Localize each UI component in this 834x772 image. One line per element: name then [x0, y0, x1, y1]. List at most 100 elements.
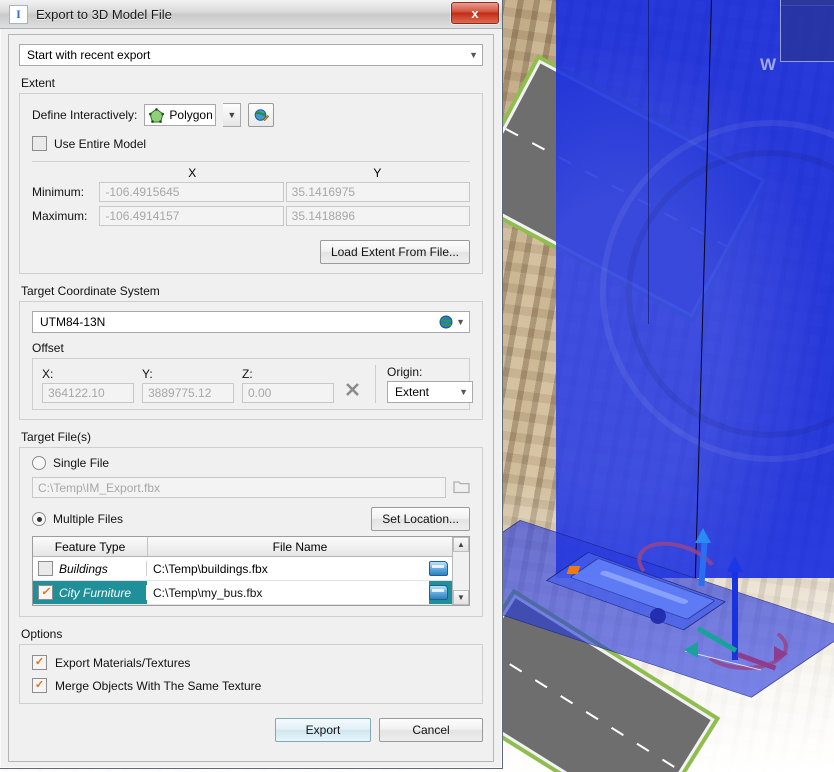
- minimum-label: Minimum:: [32, 185, 85, 199]
- offset-group: X: 364122.10 Y: 3889775.12 Z: 0.00 Origi…: [32, 358, 473, 410]
- dialog-body: Start with recent export ▼ Extent Define…: [8, 34, 494, 762]
- row-checkbox[interactable]: ✓: [38, 585, 53, 600]
- origin-field: Origin: Extent ▼: [375, 365, 473, 403]
- offset-y-label: Y:: [142, 367, 153, 381]
- coordinate-system-group-label: Target Coordinate System: [21, 284, 160, 298]
- export-materials-label: Export Materials/Textures: [55, 655, 191, 670]
- globe-edit-icon[interactable]: [248, 103, 275, 127]
- use-entire-model-checkbox[interactable]: ✓: [32, 136, 47, 151]
- minimum-y-input[interactable]: 35.1416975: [285, 182, 470, 202]
- export-materials-checkbox[interactable]: ✓: [32, 655, 47, 670]
- maximum-label: Maximum:: [32, 209, 88, 223]
- origin-label: Origin:: [387, 365, 423, 379]
- use-entire-model-label: Use Entire Model: [54, 136, 147, 151]
- row-checkbox[interactable]: ✓: [38, 561, 53, 576]
- single-file-radio[interactable]: [32, 456, 46, 470]
- preset-combobox[interactable]: Start with recent export ▼: [19, 44, 483, 66]
- set-location-button[interactable]: Set Location...: [371, 507, 470, 531]
- dialog-titlebar[interactable]: I Export to 3D Model File x: [0, 0, 502, 29]
- close-button[interactable]: x: [451, 2, 499, 24]
- app-i-icon: I: [9, 4, 28, 24]
- offset-label: Offset: [32, 341, 64, 355]
- offset-y-input[interactable]: 3889775.12: [142, 383, 234, 403]
- offset-x-field: X: 364122.10: [42, 367, 134, 403]
- preset-value: Start with recent export: [27, 48, 151, 62]
- globe-icon: [439, 315, 453, 329]
- load-extent-from-file-button[interactable]: Load Extent From File...: [319, 240, 470, 264]
- chevron-down-icon: ▼: [469, 50, 478, 60]
- options-group-label: Options: [21, 627, 63, 641]
- chevron-down-icon[interactable]: ▼: [456, 317, 465, 327]
- minimum-x-input[interactable]: -106.4915645: [99, 182, 284, 202]
- divider: [32, 161, 470, 162]
- scroll-up-button[interactable]: ▲: [453, 537, 469, 552]
- single-file-label: Single File: [53, 456, 110, 470]
- row-feature-type-label: Buildings: [59, 561, 108, 576]
- clear-x-icon[interactable]: [344, 381, 361, 401]
- bus-model-group[interactable]: [545, 528, 789, 672]
- origin-value: Extent: [395, 385, 430, 399]
- chevron-down-icon[interactable]: ▼: [223, 103, 242, 127]
- scroll-down-button[interactable]: ▼: [453, 590, 469, 605]
- origin-combobox[interactable]: Extent ▼: [387, 381, 473, 403]
- coordinate-system-combobox[interactable]: UTM84-13N ▼: [32, 311, 470, 333]
- multiple-files-label: Multiple Files: [53, 512, 124, 526]
- header-file-name[interactable]: File Name: [148, 537, 452, 556]
- row-feature-type-label: City Furniture: [59, 585, 132, 600]
- row-file-name-cell[interactable]: C:\Temp\buildings.fbx: [147, 562, 429, 576]
- column-x-label: X: [188, 166, 197, 180]
- axis-arrow-y-head-icon[interactable]: [695, 528, 711, 543]
- feature-file-table: Feature Type File Name ✓ Buildings C:\Te…: [32, 536, 470, 606]
- shape-value: Polygon: [169, 108, 213, 122]
- axis-arrow-magenta-head-icon[interactable]: [774, 646, 788, 662]
- define-interactively-label: Define Interactively:: [32, 108, 138, 122]
- compass-west-label: W: [760, 55, 777, 74]
- extent-column-headers: X Y: [32, 166, 470, 180]
- table-scrollbar[interactable]: ▲ ▼: [452, 537, 469, 605]
- dialog-footer: Export Cancel: [19, 718, 483, 742]
- axis-arrow-z-head-icon[interactable]: [727, 556, 743, 572]
- merge-objects-label: Merge Objects With The Same Texture: [55, 678, 262, 693]
- folder-browse-icon[interactable]: [453, 479, 470, 497]
- target-files-group-label: Target File(s): [21, 430, 92, 444]
- shape-combobox[interactable]: Polygon: [144, 104, 217, 126]
- dialog-title: Export to 3D Model File: [36, 6, 172, 22]
- extent-group-label: Extent: [21, 76, 56, 90]
- extent-row-minimum: Minimum: -106.4915645 35.1416975: [32, 182, 470, 202]
- header-feature-type[interactable]: Feature Type: [33, 537, 148, 556]
- cancel-button[interactable]: Cancel: [379, 718, 483, 742]
- coordinate-system-group: UTM84-13N ▼ Offset X: 364122.10 Y: 38897…: [19, 301, 483, 420]
- merge-objects-checkbox[interactable]: ✓: [32, 678, 47, 693]
- table-row[interactable]: ✓ Buildings C:\Temp\buildings.fbx: [33, 557, 452, 581]
- open-folder-icon[interactable]: [429, 561, 448, 576]
- coordinate-system-value: UTM84-13N: [40, 315, 106, 329]
- column-y-label: Y: [373, 166, 382, 180]
- row-feature-type-cell: ✓ City Furniture: [33, 585, 147, 600]
- offset-z-field: Z: 0.00: [242, 367, 334, 403]
- row-feature-type-cell: ✓ Buildings: [33, 561, 147, 576]
- row-file-name-cell[interactable]: C:\Temp\my_bus.fbx: [147, 581, 429, 604]
- options-group: ✓ Export Materials/Textures ✓ Merge Obje…: [19, 644, 483, 704]
- export-dialog: I Export to 3D Model File x Start with r…: [0, 0, 503, 769]
- polygon-icon: [149, 107, 165, 123]
- bus-wheel: [650, 608, 666, 624]
- offset-x-label: X:: [42, 367, 54, 381]
- export-button[interactable]: Export: [275, 718, 371, 742]
- offset-x-input[interactable]: 364122.10: [42, 383, 134, 403]
- multiple-files-radio[interactable]: [32, 512, 46, 526]
- table-row[interactable]: ✓ City Furniture C:\Temp\my_bus.fbx: [33, 581, 452, 605]
- extent-row-maximum: Maximum: -106.4914157 35.1418896: [32, 206, 470, 226]
- offset-z-input[interactable]: 0.00: [242, 383, 334, 403]
- feature-file-table-body: Feature Type File Name ✓ Buildings C:\Te…: [33, 537, 452, 605]
- single-file-path-input[interactable]: C:\Temp\IM_Export.fbx: [32, 477, 446, 498]
- table-header-row: Feature Type File Name: [33, 537, 452, 557]
- offset-y-field: Y: 3889775.12: [142, 367, 234, 403]
- maximum-x-input[interactable]: -106.4914157: [99, 206, 284, 226]
- axis-arrow-x-head-icon[interactable]: [684, 642, 698, 658]
- extent-edge: [648, 0, 649, 324]
- extent-group: Define Interactively: Polygon ▼ Use Enti…: [19, 93, 483, 274]
- chevron-down-icon: ▼: [459, 387, 468, 397]
- maximum-y-input[interactable]: 35.1418896: [285, 206, 470, 226]
- open-folder-icon[interactable]: [429, 585, 448, 600]
- extent-top-box: [780, 0, 834, 62]
